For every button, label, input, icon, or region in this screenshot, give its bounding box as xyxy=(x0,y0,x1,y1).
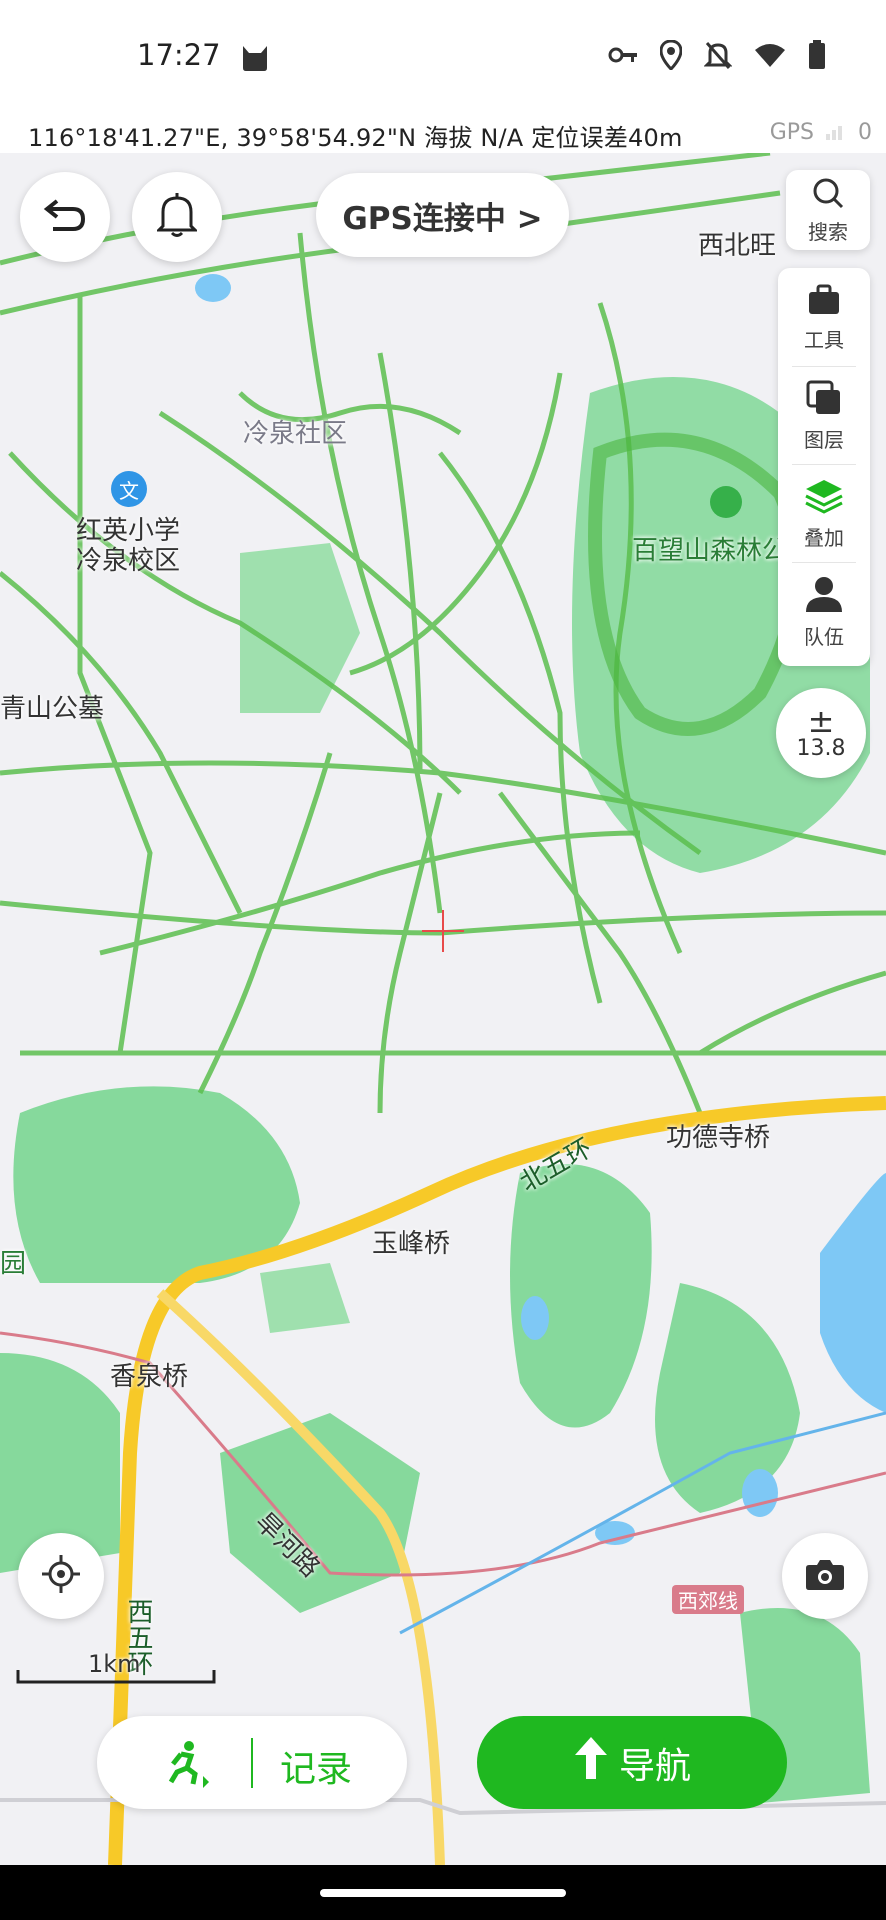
notification-button[interactable] xyxy=(132,172,222,262)
back-button[interactable] xyxy=(20,172,110,262)
location-icon xyxy=(659,39,683,74)
cat-icon xyxy=(240,44,270,76)
toolbox-icon xyxy=(806,284,842,320)
map-label-school: 红英小学 冷泉校区 xyxy=(76,516,181,576)
status-time: 17:27 xyxy=(137,38,221,72)
camera-icon xyxy=(805,1557,845,1595)
camera-button[interactable] xyxy=(782,1533,868,1619)
park-poi-icon[interactable] xyxy=(710,486,742,518)
crosshair-locate-icon xyxy=(41,1554,81,1598)
tool-label-overlay: 叠加 xyxy=(804,525,844,550)
map-label-qingshan: 青山公墓 xyxy=(0,694,105,724)
record-button[interactable]: 记录 xyxy=(97,1716,407,1809)
running-person-icon xyxy=(159,1738,209,1792)
arrow-up-icon xyxy=(573,1735,609,1790)
search-icon xyxy=(811,176,845,214)
gps-label: GPS xyxy=(769,120,814,145)
search-button[interactable]: 搜索 xyxy=(786,170,870,250)
tool-label-layers: 图层 xyxy=(804,427,844,452)
gps-signal-bars-icon xyxy=(825,121,847,146)
navigate-label: 导航 xyxy=(618,1745,691,1787)
bell-off-icon xyxy=(703,40,733,74)
map-view[interactable]: 文 西北旺 冷泉社区 红英小学 冷泉校区 百望山森林公 青山公墓 功德寺桥 北五… xyxy=(0,153,886,1865)
home-indicator[interactable] xyxy=(320,1889,566,1897)
map-label-xiangquan: 香泉桥 xyxy=(110,1362,189,1392)
coordinate-bar: 116°18'41.27"E, 39°58'54.92"N 海拔 N/A 定位误… xyxy=(0,115,886,154)
coordinate-readout: 116°18'41.27"E, 39°58'54.92"N 海拔 N/A 定位误… xyxy=(28,124,683,152)
gps-satellite-count: 0 xyxy=(858,120,872,145)
status-bar: 17:27 xyxy=(0,0,886,115)
back-arrow-icon xyxy=(43,197,87,237)
wifi-icon xyxy=(754,42,786,72)
locate-me-button[interactable] xyxy=(18,1533,104,1619)
tool-panel: 工具 图层 叠加 队伍 xyxy=(778,268,870,666)
bell-icon xyxy=(155,192,199,242)
record-label: 记录 xyxy=(280,1749,353,1790)
map-label-yufeng: 玉峰桥 xyxy=(372,1229,451,1259)
tool-item-toolbox[interactable]: 工具 xyxy=(778,270,870,366)
gps-signal-status: GPS 0 xyxy=(770,120,872,146)
tool-label-toolbox: 工具 xyxy=(804,327,844,352)
battery-icon xyxy=(808,40,826,74)
map-label-yuan: 园 xyxy=(0,1249,27,1279)
map-label-gongdesi: 功德寺桥 xyxy=(666,1123,771,1153)
school-poi-icon[interactable]: 文 xyxy=(111,471,147,507)
zoom-level-button[interactable]: ± 13.8 xyxy=(776,688,866,778)
tool-item-layers[interactable]: 图层 xyxy=(778,368,870,464)
map-label-xibeiwang: 西北旺 xyxy=(698,231,777,261)
team-icon xyxy=(804,575,844,617)
key-icon xyxy=(608,44,638,70)
layers-icon xyxy=(806,380,842,420)
tool-item-overlay[interactable]: 叠加 xyxy=(778,466,870,562)
gps-connecting-button[interactable]: GPS连接中 > xyxy=(316,173,569,257)
map-label-lengquan: 冷泉社区 xyxy=(243,419,348,449)
tool-label-team: 队伍 xyxy=(804,624,844,649)
search-label: 搜索 xyxy=(808,219,848,244)
map-label-xijiao: 西郊线 xyxy=(672,1585,744,1614)
zoom-plus-minus-icon: ± xyxy=(807,701,835,740)
zoom-level-value: 13.8 xyxy=(796,735,846,761)
status-icons xyxy=(608,39,826,74)
tool-item-team[interactable]: 队伍 xyxy=(778,564,870,660)
navigate-button[interactable]: 导航 xyxy=(477,1716,787,1809)
map-label-baiwangshan: 百望山森林公 xyxy=(632,536,789,566)
overlay-icon xyxy=(804,478,844,518)
